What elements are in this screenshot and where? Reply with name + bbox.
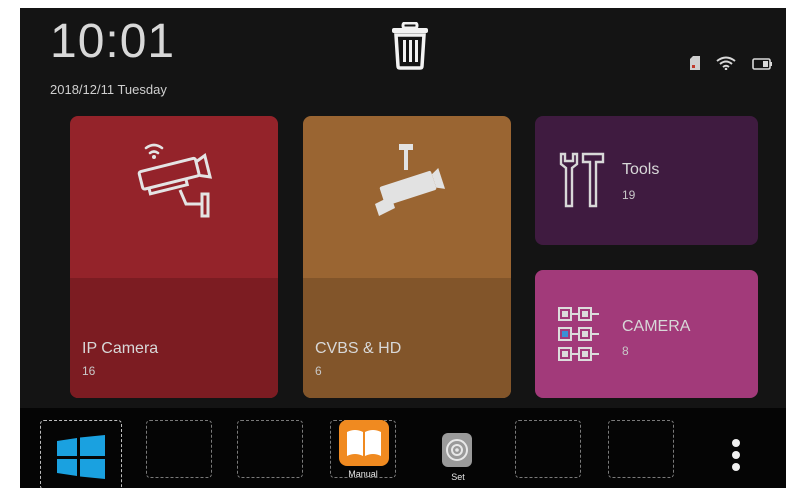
tile-count: 19: [622, 188, 636, 202]
cctv-camera-icon: [369, 142, 449, 225]
tools-icon: [557, 150, 607, 213]
dock-app-label: Manual: [348, 469, 378, 479]
tile-label: CVBS & HD: [315, 340, 402, 357]
tile-lower-band: [70, 278, 278, 398]
tile-count: 6: [315, 364, 322, 378]
dock-slot-empty[interactable]: [515, 420, 581, 478]
home-screen: 10:01 2018/12/11 Tuesday IP Camera 16 CV…: [20, 8, 786, 488]
tile-count: 16: [82, 364, 96, 378]
clock-time: 10:01: [50, 15, 176, 68]
tile-lower-band: [303, 278, 511, 398]
tile-ip-camera[interactable]: IP Camera 16: [70, 116, 278, 398]
dock-slot-empty[interactable]: [146, 420, 212, 478]
status-bar: [690, 56, 772, 75]
tile-count: 8: [622, 344, 629, 358]
trash-icon[interactable]: [388, 21, 432, 70]
more-vertical-icon[interactable]: [726, 436, 746, 480]
dock-app-set[interactable]: Set: [436, 428, 480, 488]
dock-slot-empty[interactable]: [608, 420, 674, 478]
battery-icon: [752, 57, 772, 75]
tile-camera[interactable]: CAMERA 8: [535, 270, 758, 398]
dock-app-label: Set: [451, 472, 465, 482]
dock-app-manual[interactable]: Manual: [330, 420, 396, 479]
book-icon: [339, 420, 389, 471]
camera-grid-icon: [557, 306, 605, 367]
clock-date: 2018/12/11 Tuesday: [50, 82, 167, 97]
tile-label: IP Camera: [82, 340, 159, 357]
dock-app-windows[interactable]: [40, 420, 122, 488]
windows-icon: [57, 435, 105, 484]
cctv-camera-wireless-icon: [132, 138, 216, 223]
wifi-icon: [716, 56, 736, 75]
tile-label: CAMERA: [622, 318, 691, 335]
tile-tools[interactable]: Tools 19: [535, 116, 758, 245]
sd-card-icon: [690, 56, 700, 75]
tile-label: Tools: [622, 161, 660, 178]
tile-cvbs-hd[interactable]: CVBS & HD 6: [303, 116, 511, 398]
settings-gear-icon: [442, 433, 472, 472]
dock-slot-empty[interactable]: [237, 420, 303, 478]
